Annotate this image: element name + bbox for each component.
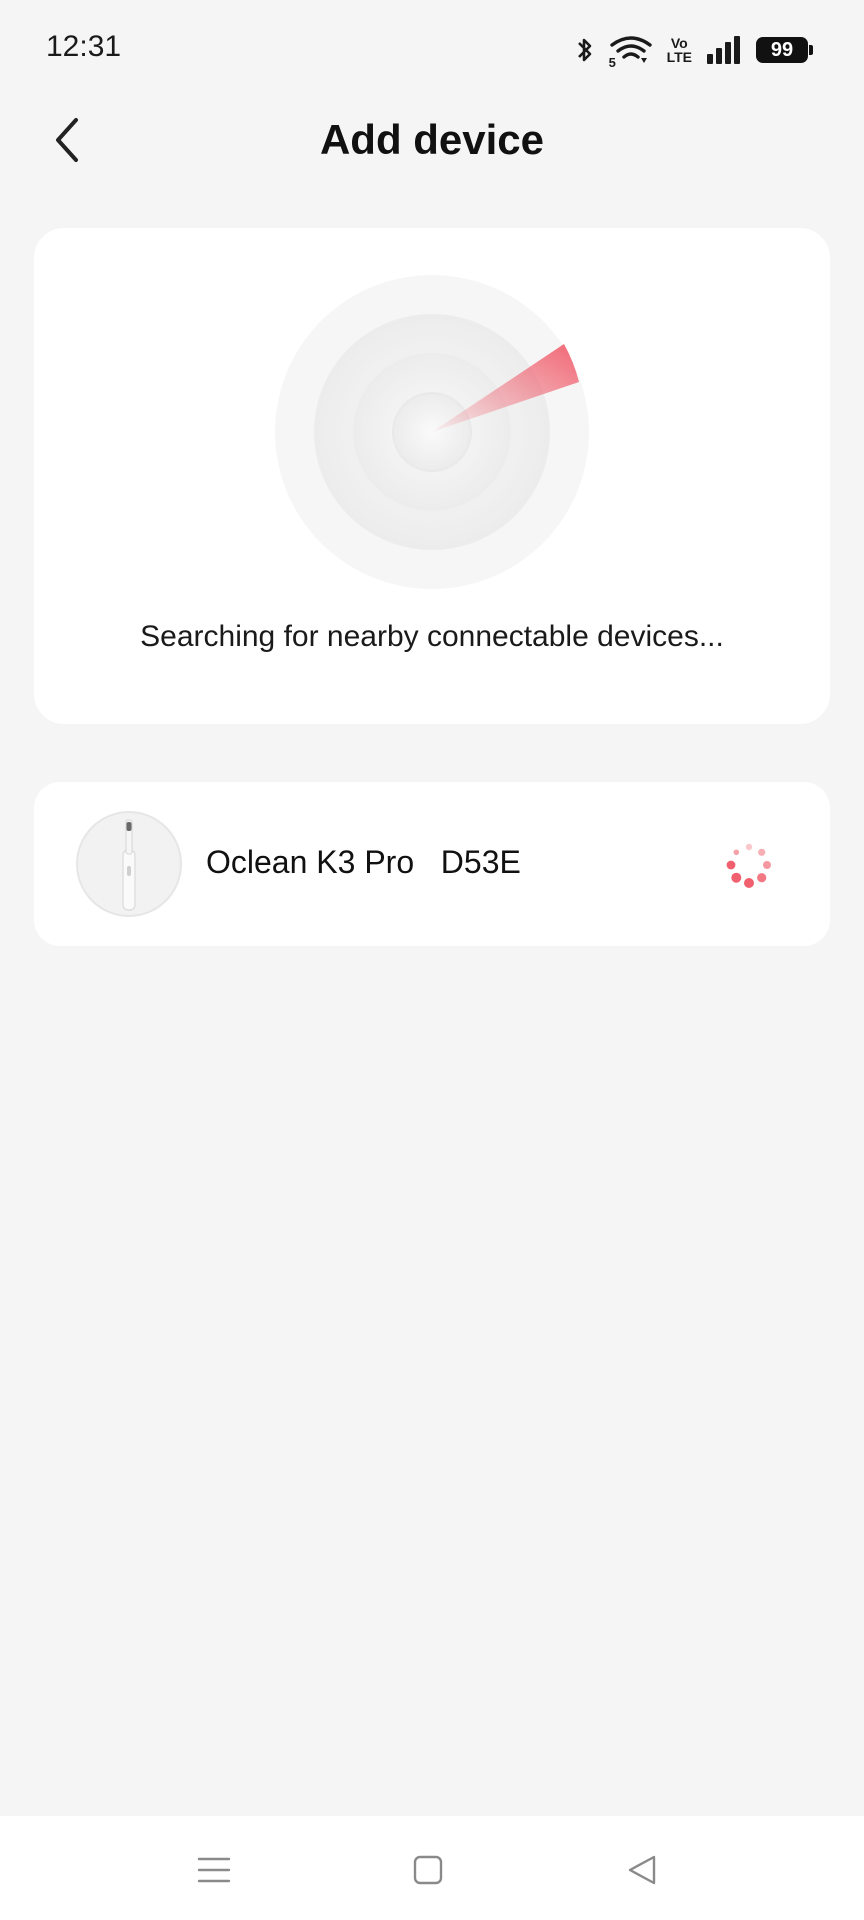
search-status-text: Searching for nearby connectable devices…	[140, 620, 724, 653]
bluetooth-icon	[577, 38, 591, 62]
menu-icon	[197, 1857, 231, 1883]
status-time: 12:31	[46, 30, 122, 63]
loading-spinner-icon	[726, 843, 771, 888]
home-button[interactable]	[408, 1850, 448, 1890]
status-icons: 5 Vo LTE 99	[575, 30, 813, 70]
radar-scan-icon	[275, 275, 589, 589]
device-list-item[interactable]: Oclean K3 Pro D53E	[34, 782, 830, 946]
device-name: Oclean K3 Pro D53E	[206, 844, 521, 880]
home-icon	[413, 1855, 443, 1885]
page-title: Add device	[319, 116, 545, 163]
back-icon	[628, 1855, 656, 1885]
system-back-button[interactable]	[622, 1850, 662, 1890]
status-bar: 12:31 5 Vo LTE 99	[0, 0, 864, 100]
volte-icon: Vo LTE	[667, 36, 692, 64]
volte-bottom: LTE	[666, 49, 692, 65]
search-card: Searching for nearby connectable devices…	[34, 228, 830, 724]
signal-icon	[707, 36, 740, 64]
wifi-badge: 5	[608, 55, 616, 70]
volte-top: Vo	[670, 35, 688, 51]
menu-button[interactable]	[194, 1850, 234, 1890]
wifi-icon: 5	[609, 34, 653, 70]
battery-icon: 99	[756, 37, 813, 63]
navigation-bar	[0, 1816, 864, 1920]
header: Add device	[0, 100, 864, 180]
battery-level: 99	[770, 38, 794, 61]
toothbrush-icon	[76, 811, 182, 917]
